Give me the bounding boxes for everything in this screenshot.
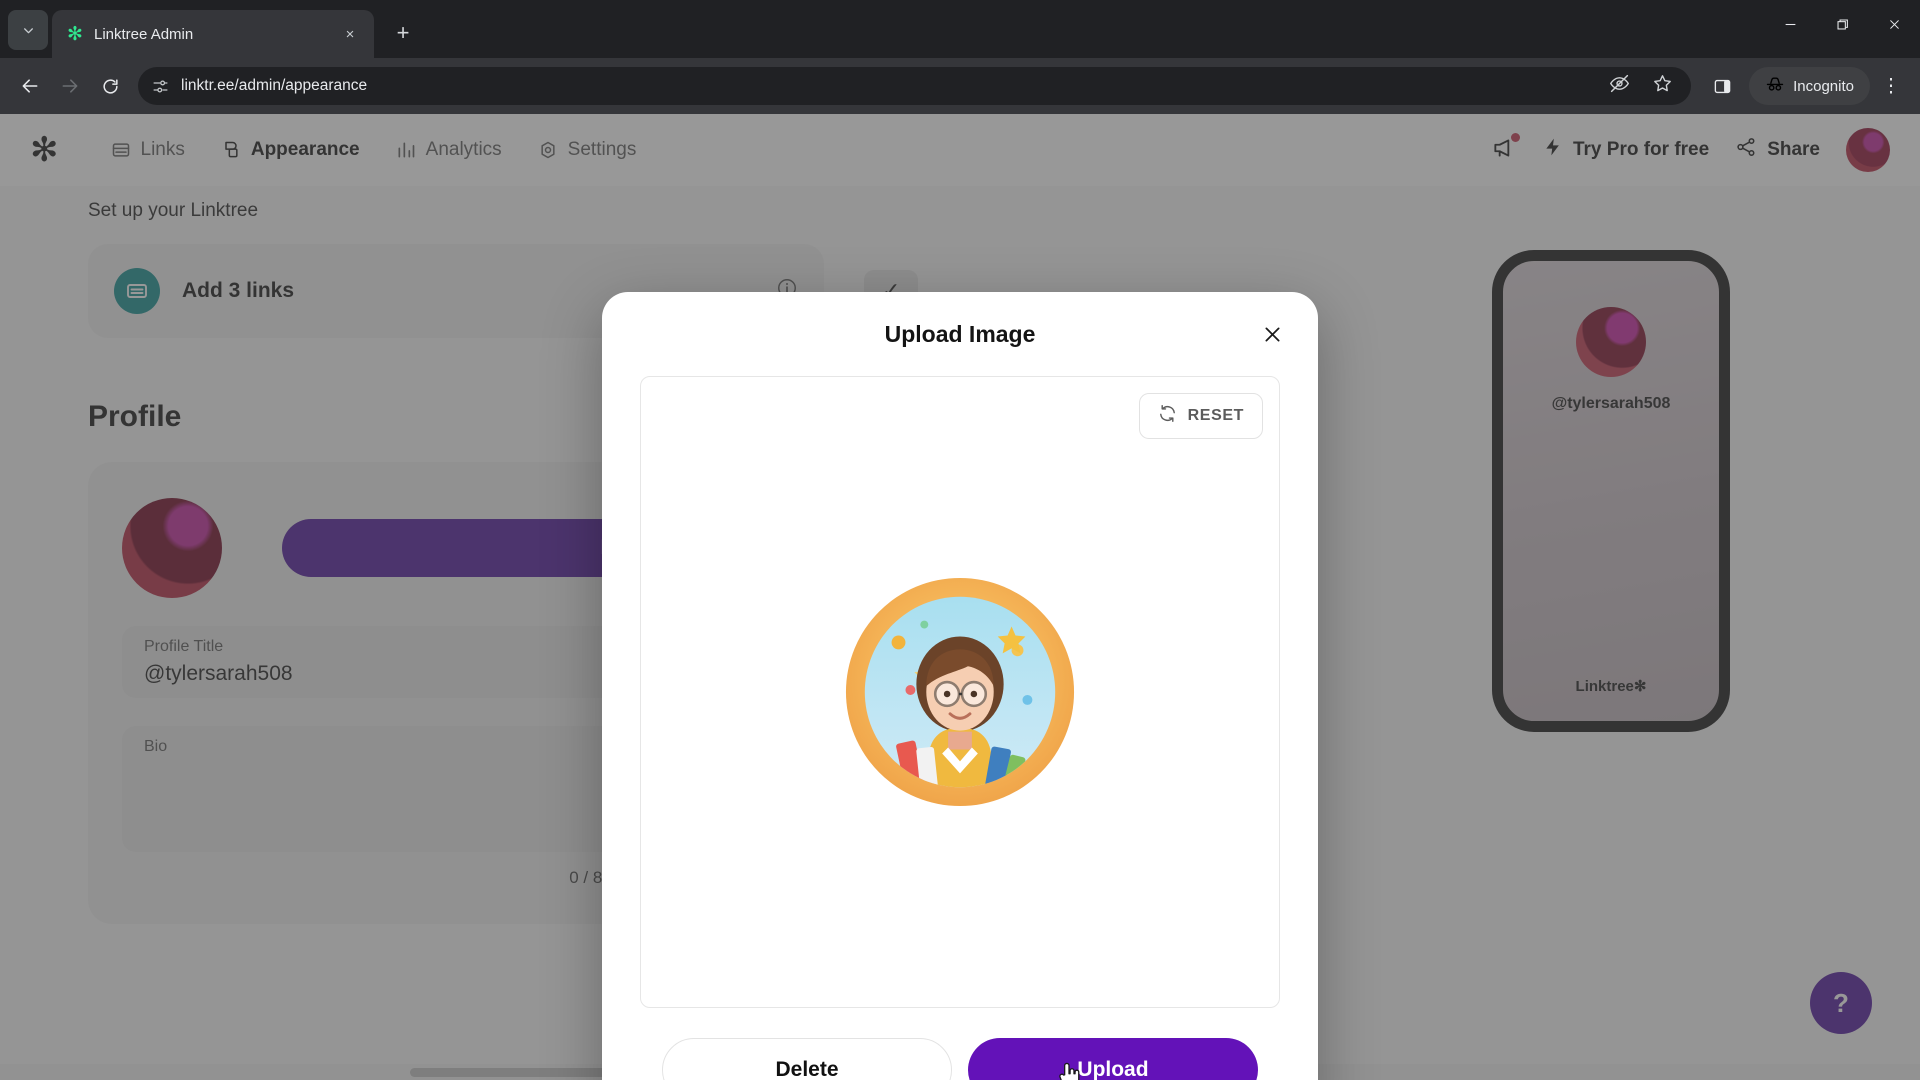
modal-footer: Delete Upload: [602, 1008, 1318, 1080]
browser-menu-button[interactable]: ⋮: [1874, 67, 1908, 105]
incognito-hat-icon: [1765, 74, 1785, 99]
new-tab-button[interactable]: +: [384, 14, 422, 52]
tab-title: Linktree Admin: [94, 25, 194, 43]
omnibox-actions: [1609, 73, 1677, 99]
reset-button[interactable]: RESET: [1138, 393, 1263, 439]
window-controls: [1764, 0, 1920, 48]
incognito-label: Incognito: [1793, 77, 1854, 95]
maximize-button[interactable]: [1816, 0, 1868, 48]
minimize-button[interactable]: [1764, 0, 1816, 48]
delete-button[interactable]: Delete: [662, 1038, 952, 1080]
close-icon[interactable]: [1254, 316, 1290, 352]
page-viewport: ✻ Links Appearance: [0, 114, 1920, 1080]
close-window-button[interactable]: [1868, 0, 1920, 48]
upload-button[interactable]: Upload: [968, 1038, 1258, 1080]
tab-strip: ✻ Linktree Admin × +: [0, 0, 1920, 58]
reload-button[interactable]: [92, 68, 128, 104]
address-bar[interactable]: linktr.ee/admin/appearance: [138, 67, 1692, 105]
incognito-indicator[interactable]: Incognito: [1749, 67, 1870, 105]
modal-header: Upload Image: [602, 292, 1318, 376]
tab-close-icon[interactable]: ×: [338, 22, 362, 46]
eye-off-icon[interactable]: [1609, 73, 1630, 99]
star-icon[interactable]: [1652, 73, 1673, 99]
browser-toolbar: linktr.ee/admin/appearance Incognito ⋮: [0, 58, 1920, 114]
tab-search-button[interactable]: [8, 10, 48, 50]
reset-label: RESET: [1187, 407, 1244, 424]
side-panel-icon[interactable]: [1703, 67, 1741, 105]
browser-window: ✻ Linktree Admin × + linktr.ee/admin/app…: [0, 0, 1920, 1080]
browser-tab[interactable]: ✻ Linktree Admin ×: [52, 10, 374, 58]
modal-title: Upload Image: [884, 320, 1036, 347]
url-text: linktr.ee/admin/appearance: [181, 77, 368, 94]
image-crop-canvas[interactable]: RESET: [640, 376, 1280, 1008]
cropped-image-preview[interactable]: [841, 573, 1079, 811]
forward-button[interactable]: [52, 68, 88, 104]
upload-label: Upload: [1077, 1058, 1149, 1080]
upload-image-modal: Upload Image RESET Delete Upload: [602, 292, 1318, 1080]
linktree-favicon-icon: ✻: [67, 23, 83, 45]
refresh-icon: [1158, 404, 1177, 428]
back-button[interactable]: [12, 68, 48, 104]
page-settings-icon[interactable]: [152, 78, 169, 95]
